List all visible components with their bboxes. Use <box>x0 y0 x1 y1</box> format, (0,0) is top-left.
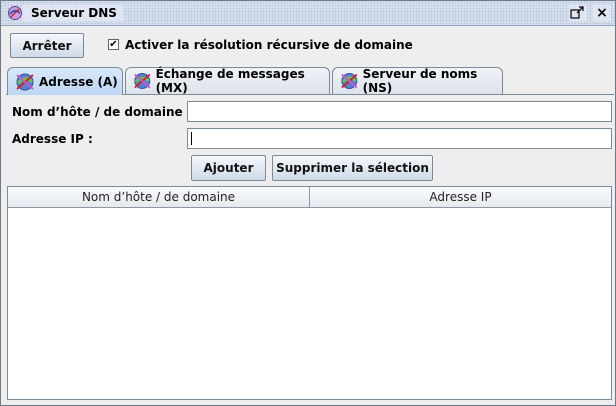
host-input[interactable] <box>187 101 612 122</box>
column-header-ip[interactable]: Adresse IP <box>310 187 611 207</box>
records-table[interactable]: Nom d’hôte / de domaine Adresse IP <box>7 186 612 400</box>
network-icon <box>341 73 358 89</box>
stop-button[interactable]: Arrêter <box>10 33 84 58</box>
close-icon[interactable]: × <box>593 5 611 21</box>
recursive-checkbox[interactable]: ✔ <box>108 39 119 50</box>
tab-address-a-label: Adresse (A) <box>39 74 118 89</box>
text-caret <box>191 132 192 145</box>
tab-ns[interactable]: Serveur de noms (NS) <box>332 67 503 95</box>
recursive-checkbox-label[interactable]: Activer la résolution récursive de domai… <box>125 38 413 52</box>
network-icon <box>134 73 151 89</box>
tab-mx-label: Échange de messages (MX) <box>155 67 305 95</box>
column-header-host[interactable]: Nom d’hôte / de domaine <box>8 187 310 207</box>
tab-mx[interactable]: Échange de messages (MX) <box>125 67 330 95</box>
dns-server-window: Serveur DNS × Arrêter ✔ Activer la résol… <box>0 0 616 406</box>
tab-ns-label: Serveur de noms (NS) <box>362 67 478 95</box>
maximize-icon[interactable] <box>569 5 587 21</box>
network-icon <box>16 73 34 90</box>
window-title: Serveur DNS <box>23 5 123 21</box>
ip-label: Adresse IP : <box>12 132 93 146</box>
table-header: Nom d’hôte / de domaine Adresse IP <box>8 187 611 208</box>
delete-selection-button[interactable]: Supprimer la sélection <box>272 155 433 181</box>
title-bar[interactable]: Serveur DNS × <box>1 1 615 26</box>
ip-input[interactable] <box>187 128 612 149</box>
host-label: Nom d’hôte / de domaine : <box>12 105 192 119</box>
add-button[interactable]: Ajouter <box>191 155 266 181</box>
tab-address-a[interactable]: Adresse (A) <box>7 67 123 95</box>
app-icon <box>8 6 22 20</box>
